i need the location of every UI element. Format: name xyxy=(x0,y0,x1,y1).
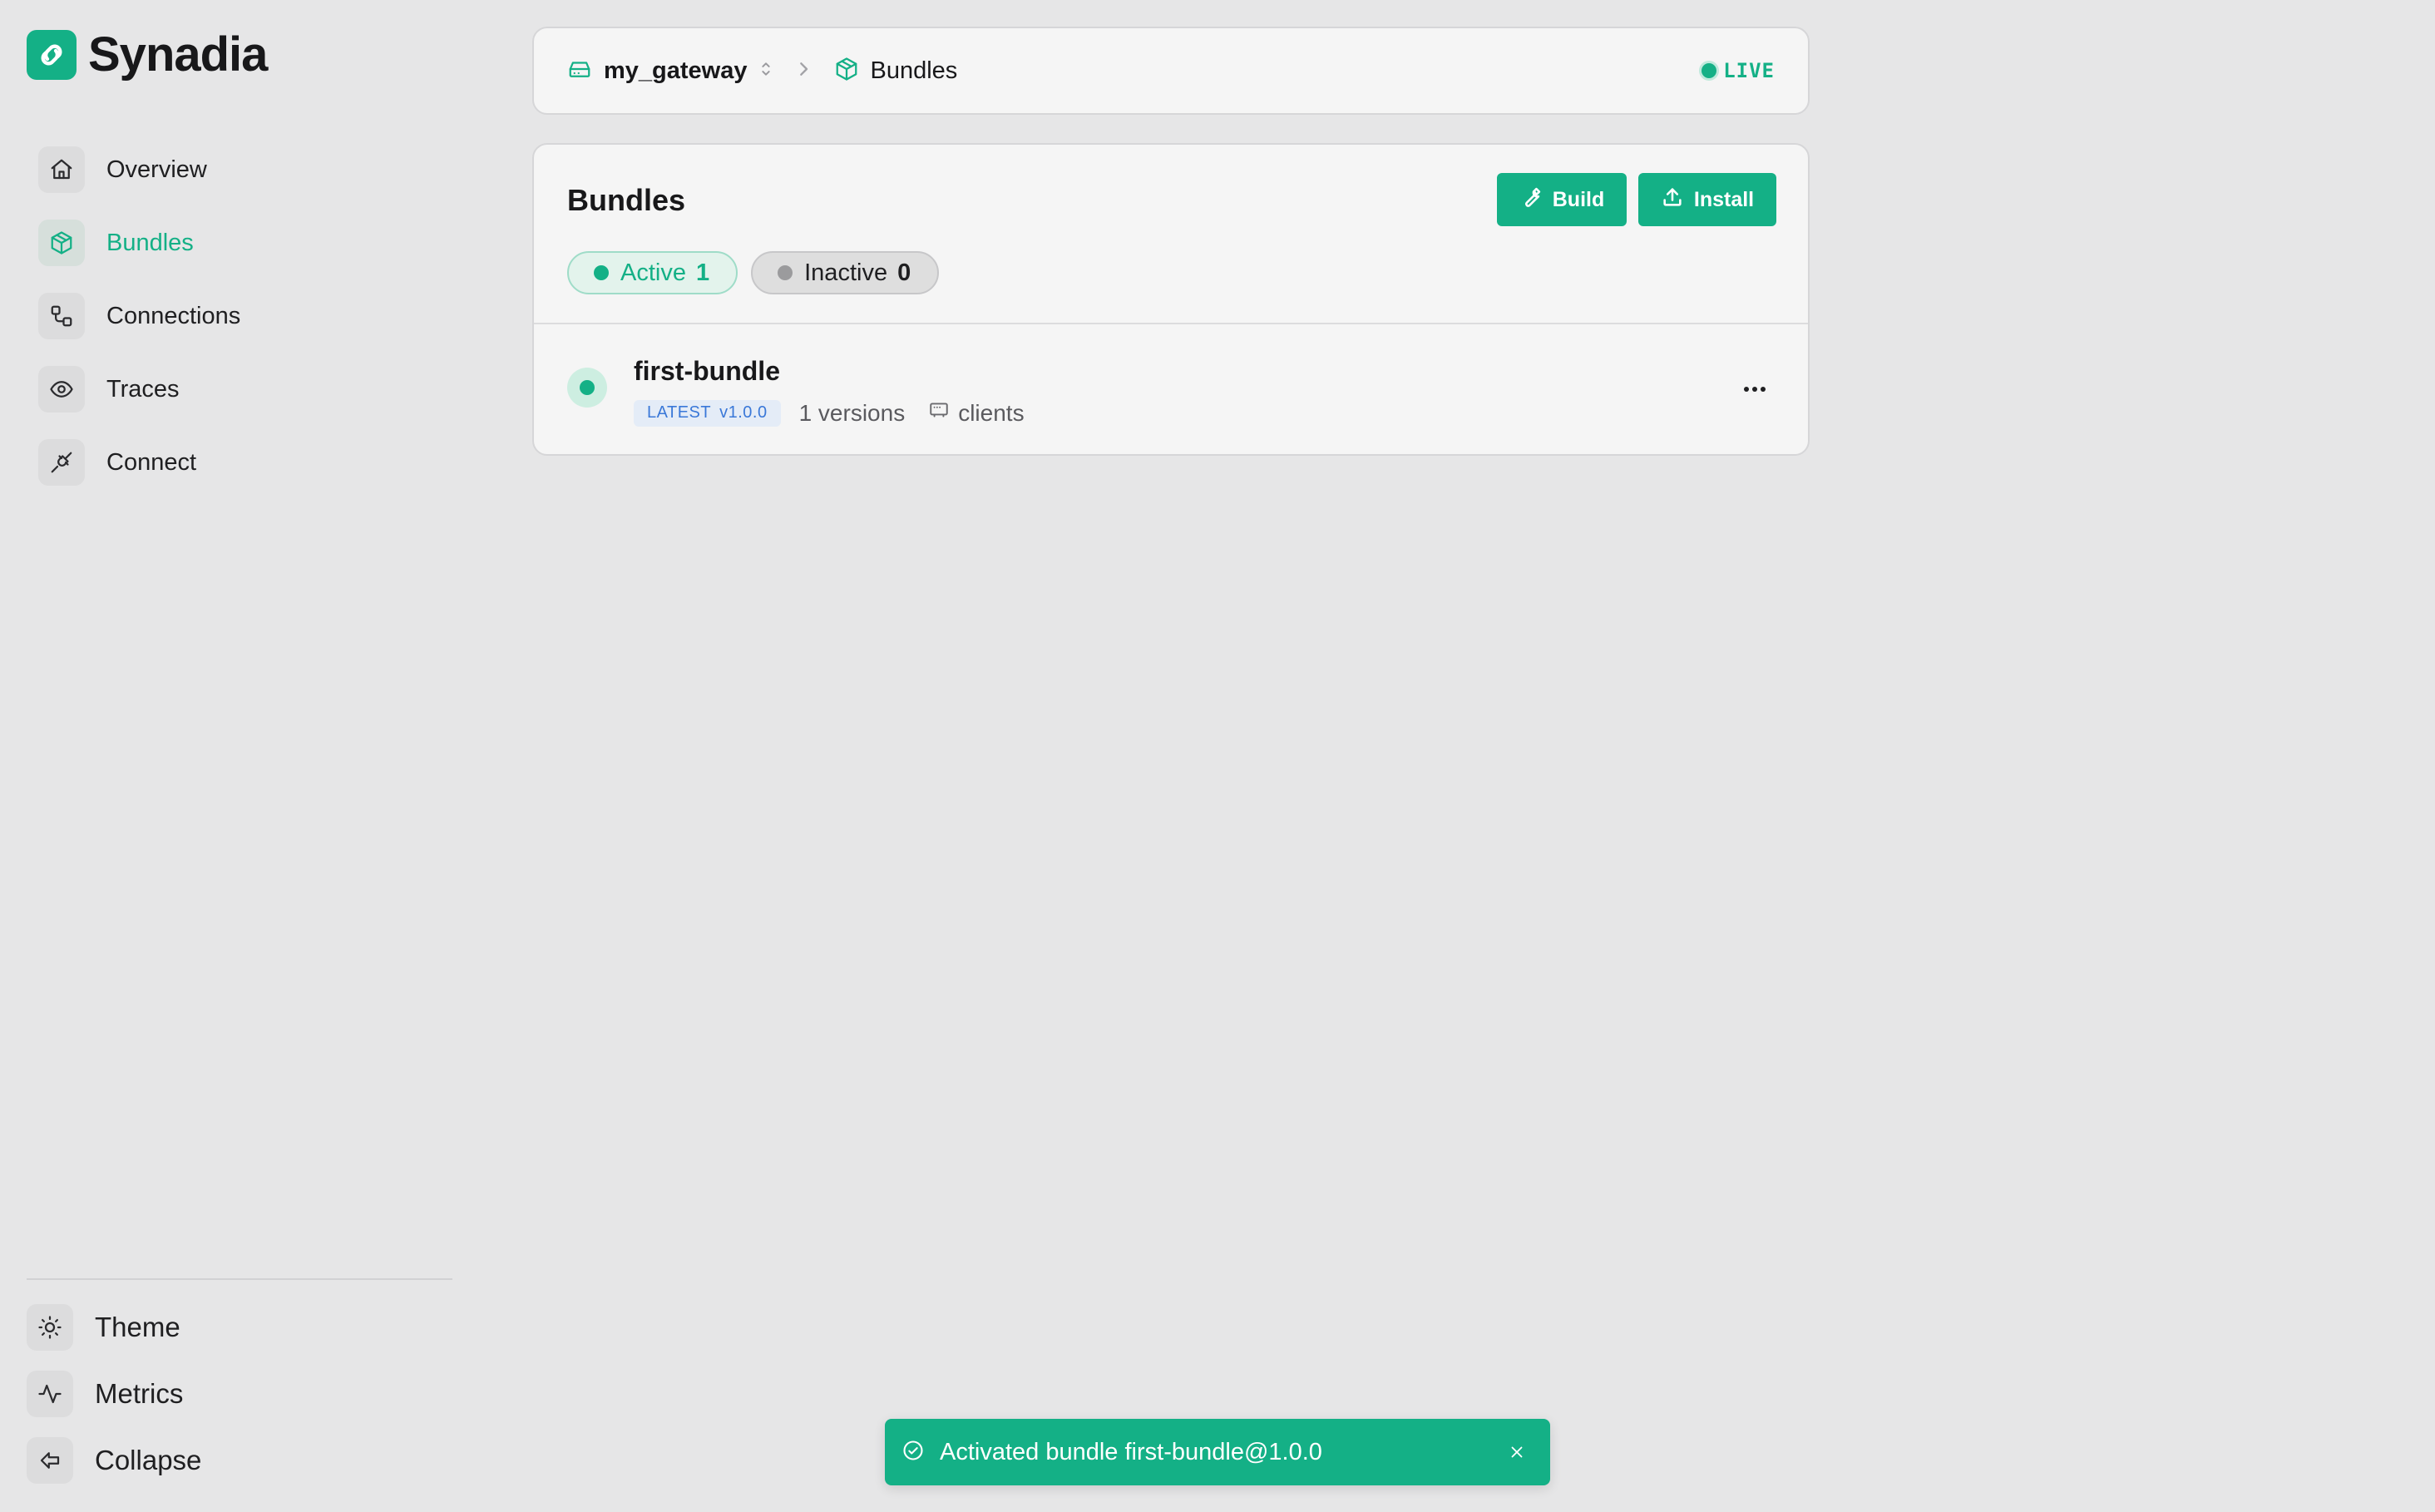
app-root: Synadia Overview Bundles Connections Tra… xyxy=(0,0,2435,1512)
live-status: LIVE xyxy=(1702,59,1775,82)
clients-label: clients xyxy=(958,399,1025,426)
activity-icon xyxy=(27,1371,73,1417)
wrench-icon xyxy=(1519,185,1543,215)
sidebar-footer: Theme Metrics Collapse xyxy=(27,1301,426,1500)
home-icon xyxy=(38,146,85,193)
collapse-button[interactable]: Collapse xyxy=(27,1434,426,1487)
bundle-name[interactable]: first-bundle xyxy=(634,356,780,387)
live-dot-icon xyxy=(1702,63,1717,78)
sidebar-item-overview[interactable]: Overview xyxy=(38,140,437,200)
gateway-selector[interactable]: my_gateway xyxy=(567,57,773,86)
build-button[interactable]: Build xyxy=(1497,173,1627,226)
install-label: Install xyxy=(1693,187,1755,211)
clients-icon xyxy=(928,399,950,427)
brand-name: Synadia xyxy=(88,27,268,82)
package-icon xyxy=(834,57,859,86)
latest-version-badge: LATEST v1.0.0 xyxy=(634,399,781,427)
plug-icon xyxy=(38,439,85,486)
sidebar-item-label: Connect xyxy=(106,448,197,476)
latest-version: v1.0.0 xyxy=(719,403,768,422)
sidebar-item-label: Traces xyxy=(106,375,180,403)
bundles-panel: Bundles Build Install Active 1 Inactive … xyxy=(532,143,1810,456)
eye-icon xyxy=(38,366,85,413)
bundle-meta: LATEST v1.0.0 1 versions clients xyxy=(634,399,1025,427)
active-dot-icon xyxy=(580,380,595,395)
upload-icon xyxy=(1661,185,1684,215)
filter-inactive[interactable]: Inactive 0 xyxy=(751,251,940,294)
install-button[interactable]: Install xyxy=(1638,173,1776,226)
collapse-icon xyxy=(27,1437,73,1484)
check-circle-icon xyxy=(901,1439,925,1466)
toast-message: Activated bundle first-bundle@1.0.0 xyxy=(940,1438,1322,1465)
sidebar-nav: Overview Bundles Connections Traces Conn… xyxy=(38,140,437,506)
connections-icon xyxy=(38,293,85,339)
sun-icon xyxy=(27,1304,73,1351)
server-icon xyxy=(567,57,592,86)
chevron-right-icon xyxy=(796,59,811,83)
metrics-button[interactable]: Metrics xyxy=(27,1367,426,1421)
more-options-button[interactable] xyxy=(1738,373,1771,406)
sidebar-divider xyxy=(27,1278,452,1280)
sidebar-item-connect[interactable]: Connect xyxy=(38,432,437,492)
filter-active-count: 1 xyxy=(695,259,710,286)
sidebar-item-connections[interactable]: Connections xyxy=(38,286,437,346)
theme-toggle[interactable]: Theme xyxy=(27,1301,426,1354)
sidebar-item-label: Connections xyxy=(106,302,241,329)
gateway-name: my_gateway xyxy=(604,57,748,84)
filter-active-label: Active xyxy=(620,259,686,286)
active-dot-icon xyxy=(594,265,609,280)
chevron-up-down-icon xyxy=(759,60,773,82)
live-label: LIVE xyxy=(1723,59,1775,82)
header-bar: my_gateway Bundles LIVE xyxy=(532,27,1810,115)
list-item[interactable]: first-bundle LATEST v1.0.0 1 versions cl… xyxy=(534,324,1808,454)
inactive-dot-icon xyxy=(778,265,793,280)
filter-active[interactable]: Active 1 xyxy=(567,251,738,294)
ellipsis-icon xyxy=(1743,382,1766,397)
bundles-panel-header: Bundles Build Install Active 1 Inactive … xyxy=(534,145,1808,324)
bundle-status-indicator xyxy=(567,368,607,408)
latest-tag: LATEST xyxy=(647,403,712,422)
breadcrumb-current: Bundles xyxy=(834,57,958,86)
toast-notification: Activated bundle first-bundle@1.0.0 xyxy=(885,1419,1550,1485)
sidebar-item-label: Overview xyxy=(106,156,207,183)
close-icon[interactable] xyxy=(1500,1435,1534,1469)
sidebar-item-traces[interactable]: Traces xyxy=(38,359,437,419)
page-title: Bundles xyxy=(567,183,686,217)
clients-info: clients xyxy=(928,399,1025,427)
build-label: Build xyxy=(1552,187,1605,211)
metrics-label: Metrics xyxy=(95,1378,184,1409)
filter-inactive-label: Inactive xyxy=(804,259,888,286)
sidebar-item-bundles[interactable]: Bundles xyxy=(38,213,437,273)
sidebar: Synadia Overview Bundles Connections Tra… xyxy=(0,0,466,1512)
filter-inactive-count: 0 xyxy=(897,259,911,286)
brand[interactable]: Synadia xyxy=(27,27,268,82)
theme-label: Theme xyxy=(95,1312,180,1342)
package-icon xyxy=(38,220,85,266)
versions-count: 1 versions xyxy=(798,399,906,426)
sidebar-item-label: Bundles xyxy=(106,229,194,256)
collapse-label: Collapse xyxy=(95,1445,202,1475)
breadcrumb-section: Bundles xyxy=(870,57,958,84)
status-filters: Active 1 Inactive 0 xyxy=(567,251,940,294)
synadia-logo-icon xyxy=(27,29,77,80)
